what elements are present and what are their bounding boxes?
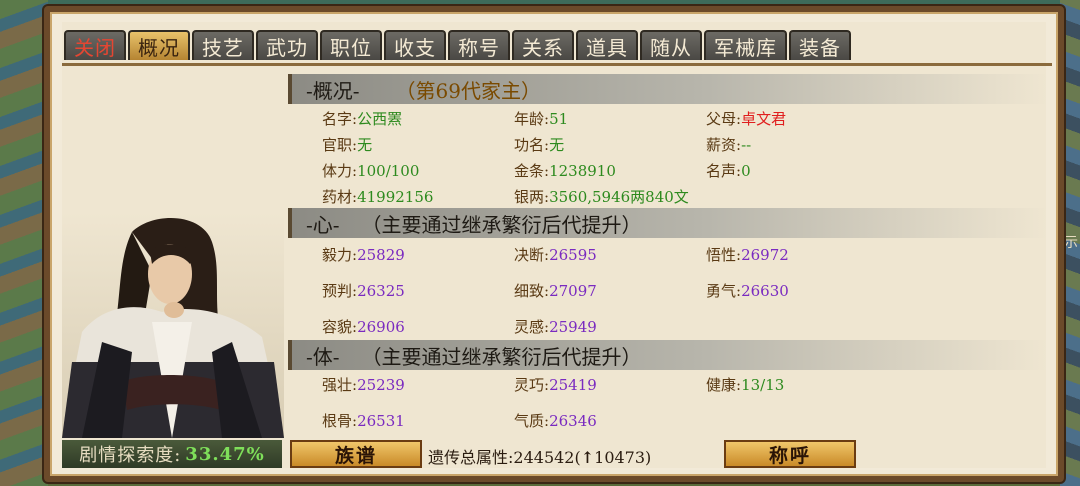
bone-value: 26531 (357, 412, 405, 430)
section-overview-header: -概况- （第69代家主） (288, 74, 1048, 104)
section-heart-hint: （主要通过继承繁衍后代提升） (361, 212, 642, 237)
section-overview-title: -概况- (306, 78, 360, 103)
section-body-hint: （主要通过继承繁衍后代提升） (361, 344, 642, 369)
parent-value[interactable]: 卓文君 (741, 110, 786, 128)
tab-equipment[interactable]: 装备 (789, 30, 851, 60)
stat-strength: 强壮:25239 (322, 376, 405, 394)
section-heart-header: -心- （主要通过继承繁衍后代提升） (288, 208, 1048, 238)
insight-value: 26972 (741, 246, 789, 264)
foresight-value: 26325 (357, 282, 405, 300)
genetic-total: 遗传总属性:244542(↑10473) (428, 444, 651, 468)
stat-office: 官职:无 (322, 136, 373, 154)
map-background-left (0, 0, 48, 486)
genetic-gain: 10473) (594, 448, 652, 467)
office-value: 无 (357, 136, 373, 154)
up-arrow-icon: ↑ (580, 448, 595, 467)
section-heart-title: -心- (306, 212, 340, 237)
decisiveness-value: 26595 (549, 246, 597, 264)
generation-label: （第69代家主） (395, 78, 541, 103)
side-map-label: 示 (1064, 235, 1078, 251)
health-value: 13/13 (741, 376, 785, 394)
silver-value: 3560,5946两840文 (549, 188, 689, 206)
strength-value: 25239 (357, 376, 405, 394)
exploration-label: 剧情探索度: (79, 445, 182, 466)
stat-delicacy: 细致:27097 (514, 282, 597, 300)
stat-herbs: 药材:41992156 (322, 188, 434, 206)
stat-inspiration: 灵感:25949 (514, 318, 597, 336)
tab-followers[interactable]: 随从 (640, 30, 702, 60)
stat-appearance: 容貌:26906 (322, 318, 405, 336)
courage-value: 26630 (741, 282, 789, 300)
section-body-title: -体- (306, 344, 340, 369)
stat-gold: 金条:1238910 (514, 162, 616, 180)
stat-parent: 父母:卓文君 (706, 110, 787, 128)
stat-age: 年龄:51 (514, 110, 569, 128)
tab-close[interactable]: 关闭 (64, 30, 126, 60)
appearance-value: 26906 (357, 318, 405, 336)
exploration-percent: 33.47% (185, 443, 265, 465)
delicacy-value: 27097 (549, 282, 597, 300)
tab-position[interactable]: 职位 (320, 30, 382, 60)
genealogy-button[interactable]: 族谱 (290, 440, 422, 468)
stat-fame: 名声:0 (706, 162, 751, 180)
tab-divider (62, 63, 1052, 66)
perseverance-value: 25829 (357, 246, 405, 264)
portrait-illustration (62, 212, 284, 438)
tab-skills[interactable]: 技艺 (192, 30, 254, 60)
tab-armory[interactable]: 军械库 (704, 30, 787, 60)
section-body-header: -体- （主要通过继承繁衍后代提升） (288, 340, 1048, 370)
character-portrait (62, 212, 284, 438)
herbs-value: 41992156 (357, 188, 434, 206)
tab-overview[interactable]: 概况 (128, 30, 190, 60)
temperament-value: 26346 (549, 412, 597, 430)
stat-insight: 悟性:26972 (706, 246, 789, 264)
stat-name: 名字:公西罴 (322, 110, 403, 128)
stat-temperament: 气质:26346 (514, 412, 597, 430)
genetic-value: 244542( (513, 448, 581, 467)
stamina-value: 100/100 (357, 162, 420, 180)
fame-value: 0 (741, 162, 751, 180)
salary-value: -- (741, 136, 752, 154)
stat-health: 健康:13/13 (706, 376, 785, 394)
address-title-button[interactable]: 称呼 (724, 440, 856, 468)
stat-salary: 薪资:-- (706, 136, 752, 154)
tab-income-expense[interactable]: 收支 (384, 30, 446, 60)
gold-value: 1238910 (549, 162, 616, 180)
tab-titles[interactable]: 称号 (448, 30, 510, 60)
age-value: 51 (549, 110, 569, 128)
merit-value: 无 (549, 136, 565, 154)
tab-bar: 关闭 概况 技艺 武功 职位 收支 称号 关系 道具 随从 军械库 装备 (64, 30, 851, 64)
story-exploration-progress: 剧情探索度: 33.47% (62, 440, 282, 468)
stat-foresight: 预判:26325 (322, 282, 405, 300)
stat-decisiveness: 决断:26595 (514, 246, 597, 264)
stat-agility: 灵巧:25419 (514, 376, 597, 394)
tab-relations[interactable]: 关系 (512, 30, 574, 60)
stat-merit: 功名:无 (514, 136, 565, 154)
stat-stamina: 体力:100/100 (322, 162, 420, 180)
stat-silver: 银两:3560,5946两840文 (514, 188, 689, 206)
inspiration-value: 25949 (549, 318, 597, 336)
stat-perseverance: 毅力:25829 (322, 246, 405, 264)
tab-items[interactable]: 道具 (576, 30, 638, 60)
genetic-label: 遗传总属性: (428, 448, 514, 467)
stat-courage: 勇气:26630 (706, 282, 789, 300)
name-value: 公西罴 (357, 110, 403, 128)
stat-bone: 根骨:26531 (322, 412, 405, 430)
agility-value: 25419 (549, 376, 597, 394)
tab-martial-arts[interactable]: 武功 (256, 30, 318, 60)
